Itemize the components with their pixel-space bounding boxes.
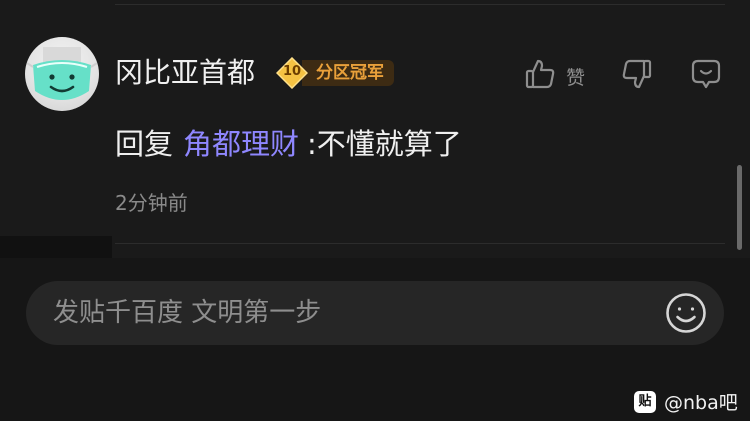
edge-shadow <box>0 236 112 258</box>
watermark: 贴 @nba吧 <box>634 388 738 415</box>
rank-badge[interactable]: 10 分区冠军 <box>276 57 394 89</box>
avatar[interactable] <box>25 37 99 111</box>
badge-level: 10 <box>282 64 302 79</box>
mention-link[interactable]: 角都理财 <box>183 127 299 161</box>
like-button[interactable]: 赞 <box>524 58 585 94</box>
comment-input-placeholder[interactable]: 发贴千百度 文明第一步 <box>53 295 321 331</box>
reply-text: 回复 角都理财:不懂就算了 <box>115 124 462 164</box>
reply-button[interactable] <box>690 58 722 94</box>
thumbs-up-icon <box>524 58 556 94</box>
reply-prefix: 回复 <box>115 127 174 161</box>
reply-body: :不懂就算了 <box>307 127 462 161</box>
dislike-button[interactable] <box>621 58 653 94</box>
thumbs-down-icon <box>621 59 653 94</box>
top-divider <box>115 4 725 5</box>
smiley-icon <box>665 293 707 338</box>
username[interactable]: 冈比亚首都 <box>115 55 255 91</box>
emoji-button[interactable] <box>665 292 707 338</box>
scrollbar[interactable] <box>737 165 742 250</box>
watermark-text: @nba吧 <box>664 392 738 414</box>
comment-bubble-icon <box>690 59 722 94</box>
bottom-divider <box>115 243 725 244</box>
like-label: 赞 <box>566 66 586 89</box>
level-diamond-icon: 10 <box>276 57 308 89</box>
tieba-logo: 贴 <box>634 390 656 413</box>
badge-title: 分区冠军 <box>302 60 394 86</box>
timestamp: 2分钟前 <box>115 191 188 215</box>
